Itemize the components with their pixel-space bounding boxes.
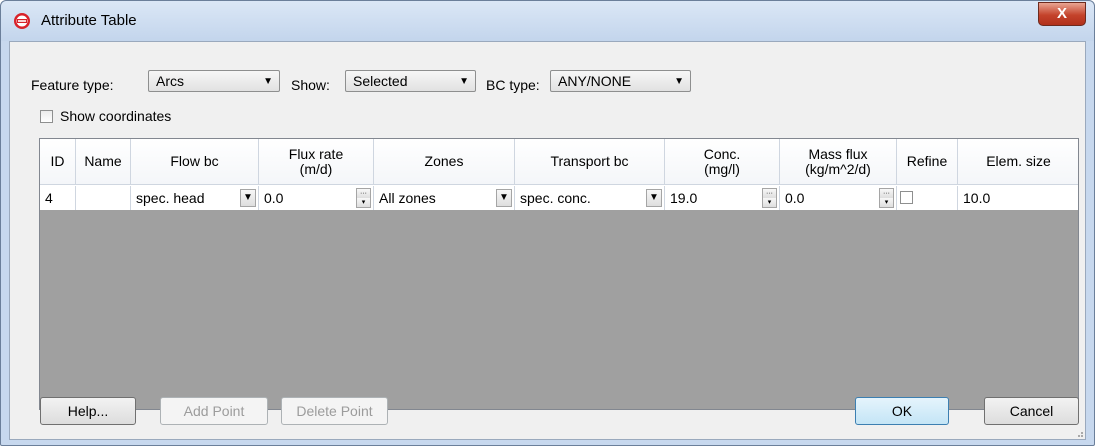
cell-elem-size[interactable]: 10.0 [958,186,1078,210]
col-header-refine[interactable]: Refine [897,139,958,185]
close-button[interactable]: X [1038,2,1086,26]
col-header-flux-rate[interactable]: Flux rate (m/d) [259,139,374,185]
col-header-flux-rate-line1: Flux rate [288,145,344,162]
cell-conc-input[interactable]: 19.0 ··· ▾ [665,186,780,210]
col-header-elem-size[interactable]: Elem. size [958,139,1078,185]
table-row[interactable]: 4 spec. head ▼ 0.0 ··· ▾ All zones ▼ spec… [40,186,1078,211]
cell-name[interactable] [76,186,131,210]
col-header-id-label: ID [50,153,65,169]
show-select[interactable]: Selected ▼ [345,70,476,92]
resize-grip-icon[interactable] [1074,428,1084,438]
spinner-icon[interactable]: ··· ▾ [762,188,777,208]
help-button[interactable]: Help... [40,397,136,425]
bc-type-label: BC type: [486,77,540,93]
cancel-button[interactable]: Cancel [984,397,1079,425]
cell-id-value: 4 [45,190,53,206]
show-value: Selected [353,73,408,89]
col-header-mass-flux[interactable]: Mass flux (kg/m^2/d) [780,139,897,185]
cell-flux-rate-input[interactable]: 0.0 ··· ▾ [259,186,374,210]
cell-conc-value: 19.0 [670,190,698,206]
dropdown-arrow-icon: ▼ [459,76,469,87]
cell-flux-rate-value: 0.0 [264,190,284,206]
col-header-name[interactable]: Name [76,139,131,185]
col-header-mass-flux-line1: Mass flux [808,145,868,162]
cell-id: 4 [40,186,76,210]
col-header-conc[interactable]: Conc. (mg/l) [665,139,780,185]
cell-mass-flux-input[interactable]: 0.0 ··· ▾ [780,186,897,210]
delete-point-button[interactable]: Delete Point [281,397,388,425]
show-coordinates-checkbox[interactable] [40,110,53,123]
feature-type-label: Feature type: [31,77,114,93]
add-point-button[interactable]: Add Point [160,397,268,425]
spinner-icon[interactable]: ··· ▾ [879,188,894,208]
col-header-name-label: Name [84,153,122,169]
refine-checkbox[interactable] [900,191,913,204]
dropdown-arrow-icon[interactable]: ▼ [496,189,512,207]
show-label: Show: [291,77,330,93]
cell-elem-size-value: 10.0 [963,190,991,206]
feature-type-select[interactable]: Arcs ▼ [148,70,280,92]
col-header-transport-bc-label: Transport bc [550,153,629,169]
col-header-transport-bc[interactable]: Transport bc [515,139,665,185]
col-header-conc-line2: (mg/l) [704,160,740,177]
attribute-grid[interactable]: ID Name Flow bc Flux rate (m/d) Zones Tr… [39,138,1079,410]
bc-type-value: ANY/NONE [558,73,632,89]
title-bar[interactable]: Attribute Table X [1,1,1094,41]
cell-transport-bc-select[interactable]: spec. conc. ▼ [515,186,665,210]
dialog-body: Feature type: Arcs ▼ Show: Selected ▼ BC… [9,41,1086,440]
ok-button[interactable]: OK [855,397,949,425]
col-header-flow-bc-label: Flow bc [170,153,219,169]
grid-header-row: ID Name Flow bc Flux rate (m/d) Zones Tr… [40,139,1078,186]
col-header-flux-rate-line2: (m/d) [299,160,333,177]
show-coordinates-label: Show coordinates [60,108,172,124]
cell-zones-select[interactable]: All zones ▼ [374,186,515,210]
dropdown-arrow-icon[interactable]: ▼ [240,189,256,207]
feature-type-value: Arcs [156,73,184,89]
attribute-table-window: Attribute Table X Feature type: Arcs ▼ S… [0,0,1095,446]
col-header-elem-size-label: Elem. size [986,153,1051,169]
cell-flow-bc-value: spec. head [136,190,205,206]
dropdown-arrow-icon: ▼ [674,76,684,87]
col-header-refine-label: Refine [906,153,948,169]
app-logo-icon [14,13,30,29]
dropdown-arrow-icon[interactable]: ▼ [646,189,662,207]
col-header-zones[interactable]: Zones [374,139,515,185]
spinner-icon[interactable]: ··· ▾ [356,188,371,208]
close-icon: X [1056,5,1067,22]
col-header-mass-flux-line2: (kg/m^2/d) [805,160,871,177]
col-header-id[interactable]: ID [40,139,76,185]
cell-transport-bc-value: spec. conc. [520,190,591,206]
col-header-conc-line1: Conc. [703,145,741,162]
col-header-zones-label: Zones [424,153,464,169]
cell-zones-value: All zones [379,190,436,206]
window-title: Attribute Table [41,12,137,29]
bc-type-select[interactable]: ANY/NONE ▼ [550,70,691,92]
cell-mass-flux-value: 0.0 [785,190,805,206]
dropdown-arrow-icon: ▼ [263,76,273,87]
cell-flow-bc-select[interactable]: spec. head ▼ [131,186,259,210]
col-header-flow-bc[interactable]: Flow bc [131,139,259,185]
cell-refine [897,186,958,210]
